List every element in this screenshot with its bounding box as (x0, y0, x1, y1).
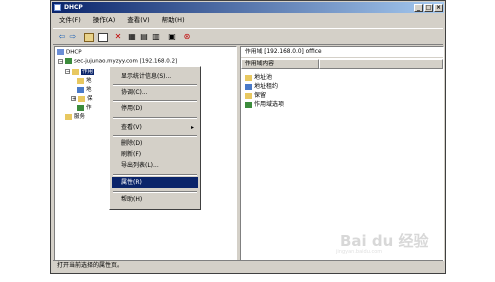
folder-icon (78, 95, 85, 102)
submenu-arrow-icon: ▸ (190, 124, 194, 131)
menu-item-reconcile[interactable]: 协调(C)... (112, 87, 198, 98)
show-hide-tree-icon[interactable] (98, 33, 108, 42)
menu-separator (113, 135, 197, 137)
menu-bar: 文件(F) 操作(A) 查看(V) 帮助(H) (53, 15, 443, 26)
folder-icon (72, 68, 79, 75)
menu-item-export-list[interactable]: 导出列表(L)... (112, 160, 198, 171)
properties-icon[interactable]: ▦ (127, 32, 137, 41)
menu-item-help[interactable]: 帮助(H) (112, 194, 198, 205)
minimize-button[interactable]: _ (414, 4, 423, 12)
list-item[interactable]: 保留 (245, 90, 266, 99)
menu-item-show-statistics[interactable]: 显示统计信息(S)... (112, 71, 198, 82)
tree-node-reservations[interactable]: + 保 (71, 94, 93, 102)
export-list-icon[interactable]: ▥ (151, 32, 161, 41)
tree-node-scope-options[interactable]: 作 (77, 103, 92, 111)
menu-separator (113, 191, 197, 193)
help-icon[interactable]: ▣ (167, 32, 177, 41)
expand-icon[interactable]: + (71, 96, 76, 102)
server-icon (65, 58, 72, 64)
options-icon (77, 104, 84, 111)
menu-separator (113, 100, 197, 102)
title-bar[interactable]: DHCP _ □ × (52, 2, 444, 13)
leases-icon (77, 86, 84, 93)
menu-separator (113, 117, 197, 119)
menu-help[interactable]: 帮助(H) (162, 15, 185, 26)
list-item[interactable]: 作用域选项 (245, 99, 284, 108)
baidu-watermark-url: jingyan.baidu.com (336, 249, 383, 255)
tree-node-dhcp[interactable]: DHCP (57, 49, 82, 56)
menu-item-view[interactable]: 查看(V) ▸ (112, 122, 198, 133)
deactivate-icon[interactable]: ⊛ (182, 32, 192, 41)
delete-icon[interactable]: ✕ (113, 32, 123, 41)
context-menu: 显示统计信息(S)... 协调(C)... 停用(D) 查看(V) ▸ 删除(D… (109, 66, 201, 210)
tree-node-address-leases[interactable]: 地 (77, 85, 92, 93)
toolbar: ⇦ ⇨ ✕ ▦ ▤ ▥ ▣ ⊛ (53, 28, 443, 45)
menu-action[interactable]: 操作(A) (93, 15, 116, 26)
folder-icon (245, 92, 252, 99)
up-folder-icon[interactable] (84, 33, 94, 42)
back-arrow-icon[interactable]: ⇦ (57, 32, 67, 41)
list-item[interactable]: 地址池 (245, 72, 272, 81)
window-title: DHCP (64, 4, 83, 11)
menu-item-view-label: 查看(V) (121, 124, 142, 131)
menu-item-refresh[interactable]: 刷新(F) (112, 149, 198, 160)
tree-node-scope[interactable]: − 作用 (65, 67, 95, 75)
folder-icon (65, 113, 72, 120)
list-item[interactable]: 地址租约 (245, 81, 278, 90)
forward-arrow-icon[interactable]: ⇨ (68, 32, 78, 41)
status-bar: 打开当前选择的属性页。 (53, 260, 443, 271)
refresh-icon[interactable]: ▤ (139, 32, 149, 41)
menu-view[interactable]: 查看(V) (127, 15, 150, 26)
baidu-watermark: Bai du 经验 (340, 232, 429, 250)
column-header-scope-contents[interactable]: 作用域内容 (241, 59, 319, 69)
tree-node-server[interactable]: − sec-jujunao.myzyy.com [192.168.0.2] (58, 58, 177, 65)
details-pane: 作用域 [192.168.0.0] office 作用域内容 地址池 地址租约 … (240, 46, 444, 261)
dhcp-app-icon (54, 4, 61, 11)
close-button[interactable]: × (434, 4, 443, 12)
collapse-icon[interactable]: − (58, 58, 63, 64)
tree-node-address-pool[interactable]: 地 (77, 76, 92, 84)
menu-item-delete[interactable]: 删除(D) (112, 138, 198, 149)
collapse-icon[interactable]: − (65, 69, 70, 75)
menu-separator (113, 84, 197, 86)
menu-separator (113, 174, 197, 176)
menu-item-deactivate[interactable]: 停用(D) (112, 103, 198, 114)
leases-icon (245, 83, 252, 90)
maximize-button[interactable]: □ (424, 4, 433, 12)
details-header: 作用域 [192.168.0.0] office (241, 47, 443, 58)
tree-node-server-options[interactable]: 服务 (65, 112, 85, 120)
dhcp-icon (57, 49, 64, 55)
menu-item-properties[interactable]: 属性(R) (112, 177, 198, 188)
menu-file[interactable]: 文件(F) (59, 15, 81, 26)
column-header-empty (319, 59, 443, 69)
options-icon (245, 101, 252, 108)
folder-icon (77, 77, 84, 84)
folder-icon (245, 74, 252, 81)
